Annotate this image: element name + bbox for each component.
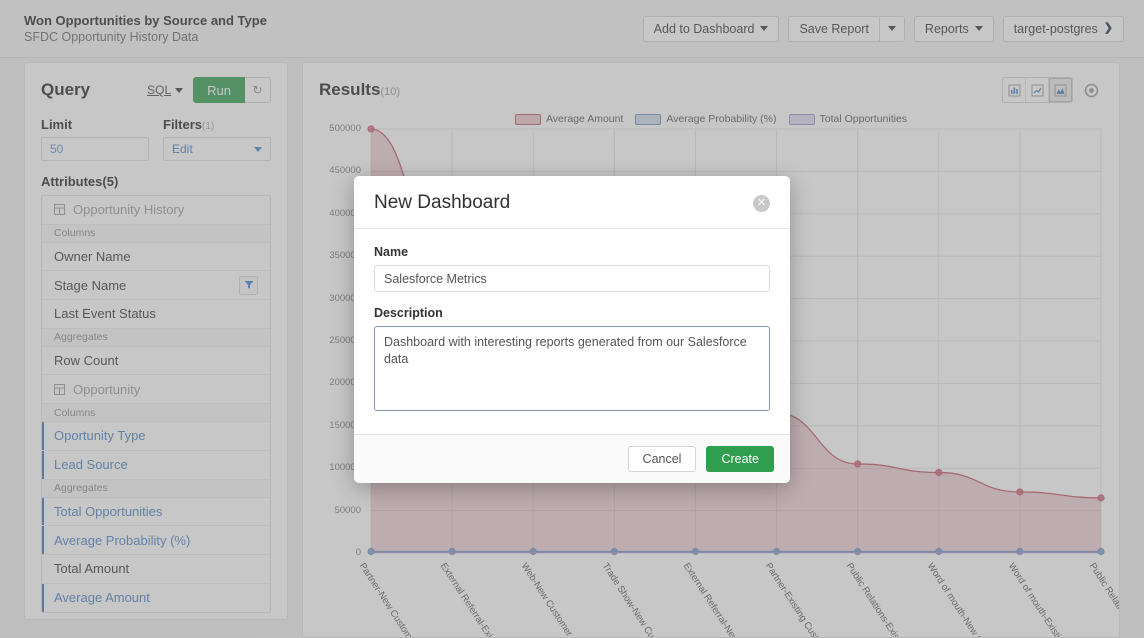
name-field[interactable] bbox=[374, 265, 770, 292]
new-dashboard-modal: New Dashboard ✕ Name Description Dashboa… bbox=[354, 176, 790, 483]
cancel-button[interactable]: Cancel bbox=[627, 446, 697, 472]
description-field[interactable]: Dashboard with interesting reports gener… bbox=[374, 326, 770, 411]
description-label: Description bbox=[374, 306, 443, 320]
create-button[interactable]: Create bbox=[706, 446, 774, 472]
modal-body: Name Description Dashboard with interest… bbox=[354, 229, 790, 434]
modal-header: New Dashboard ✕ bbox=[354, 176, 790, 229]
close-icon[interactable]: ✕ bbox=[753, 194, 770, 212]
name-label: Name bbox=[374, 245, 409, 259]
modal-title: New Dashboard bbox=[374, 192, 511, 213]
modal-footer: Cancel Create bbox=[354, 434, 790, 483]
